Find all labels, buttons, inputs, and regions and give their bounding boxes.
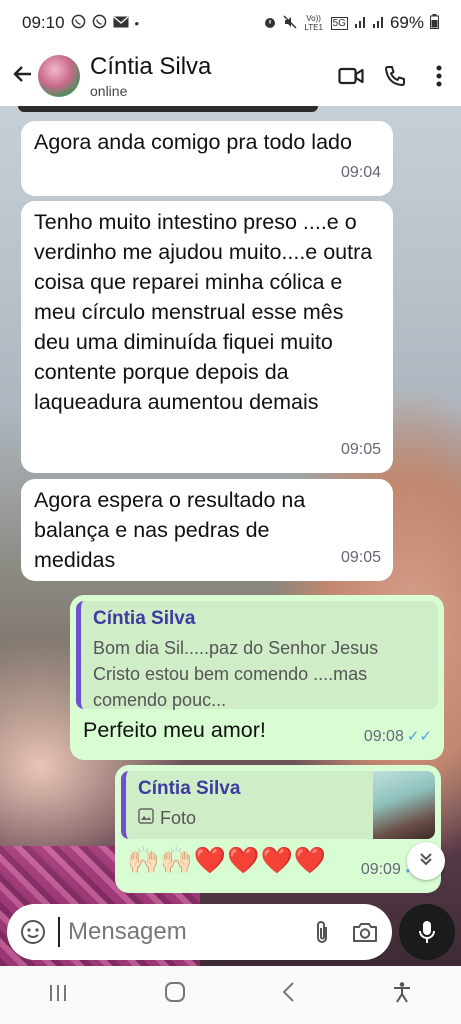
time-label: 09:09 — [360, 861, 401, 878]
message-time: 09:04 — [340, 164, 381, 181]
back-nav-icon[interactable] — [281, 981, 295, 1009]
clock: 09:10 — [22, 13, 65, 32]
contact-name: Cíntia Silva — [90, 52, 212, 80]
mute-icon — [283, 15, 297, 32]
quoted-text: Bom dia Sil.....paz do Senhor Jesus Cris… — [93, 638, 379, 710]
message-time: 09:05 — [340, 441, 381, 458]
recent-apps-icon[interactable] — [48, 982, 68, 1008]
emoji-sticker-icon[interactable] — [20, 919, 46, 945]
5g-icon: 5G — [330, 16, 348, 30]
outgoing-message[interactable]: Cíntia Silva Bom dia Sil.....paz do Senh… — [70, 595, 444, 760]
battery-percent: 69% — [389, 13, 424, 32]
message-text: Agora espera o resultado na balança e na… — [34, 488, 306, 572]
signal-icon — [372, 16, 384, 31]
incoming-message[interactable]: Agora espera o resultado na balança e na… — [21, 479, 393, 581]
chat-area[interactable]: Agora anda comigo pra todo lado 09:04 Te… — [0, 106, 461, 966]
status-left: 09:10 • — [22, 13, 139, 33]
quoted-author: Cíntia Silva — [138, 778, 241, 799]
video-call-icon[interactable] — [329, 67, 373, 85]
whatsapp-icon — [71, 14, 86, 32]
message-time: 09:08 ✓✓ — [364, 722, 432, 752]
whatsapp-icon — [92, 14, 107, 32]
attach-icon[interactable] — [314, 919, 330, 945]
status-bar: 09:10 • Vo)) LTE1 5G 69% — [0, 0, 461, 46]
quoted-message[interactable]: Cíntia Silva Foto — [121, 771, 435, 839]
compose-bar: Mensagem — [0, 900, 461, 966]
voice-message-button[interactable] — [399, 904, 455, 960]
scroll-down-button[interactable] — [407, 842, 445, 880]
signal-icon — [354, 16, 366, 31]
alarm-icon — [263, 15, 277, 32]
quoted-photo-label: Foto — [160, 808, 197, 828]
system-nav-bar — [0, 966, 461, 1024]
message-input[interactable]: Mensagem — [68, 918, 314, 946]
double-chevron-down-icon — [418, 851, 434, 872]
volte-icon: Vo)) LTE1 — [304, 14, 323, 32]
message-input-container[interactable]: Mensagem — [7, 904, 392, 960]
home-icon[interactable] — [164, 981, 186, 1009]
message-text: Agora anda comigo pra todo lado — [34, 130, 352, 154]
quoted-text: Foto — [138, 805, 365, 831]
outgoing-message[interactable]: Cíntia Silva Foto 🙌🏻🙌🏻❤️❤️❤️❤️ 09:09✓✓ — [115, 765, 441, 893]
text-cursor — [58, 917, 60, 947]
accessibility-icon[interactable] — [391, 981, 413, 1009]
photo-icon — [138, 805, 154, 831]
message-time: 09:05 — [340, 549, 381, 566]
contact-status: online — [90, 82, 128, 99]
microphone-icon — [418, 919, 436, 945]
read-ticks-icon: ✓✓ — [406, 728, 432, 745]
battery-icon — [430, 14, 439, 32]
voice-call-icon[interactable] — [373, 65, 417, 87]
incoming-message[interactable]: Agora anda comigo pra todo lado 09:04 — [21, 121, 393, 196]
quoted-message[interactable]: Cíntia Silva Bom dia Sil.....paz do Senh… — [76, 601, 438, 710]
time-label: 09:08 — [363, 728, 404, 745]
mail-icon — [113, 16, 129, 31]
incoming-message[interactable]: Tenho muito intestino preso ....e o verd… — [21, 201, 393, 473]
quoted-photo-thumbnail — [373, 771, 435, 839]
avatar[interactable] — [38, 55, 80, 97]
previous-media-edge — [18, 106, 318, 112]
more-options-icon[interactable] — [417, 65, 461, 87]
camera-icon[interactable] — [352, 921, 378, 943]
back-arrow-icon[interactable] — [2, 61, 42, 92]
dot-icon: • — [134, 15, 140, 31]
message-text: Tenho muito intestino preso ....e o verd… — [34, 210, 373, 414]
status-right: Vo)) LTE1 5G 69% — [263, 13, 439, 33]
quoted-author: Cíntia Silva — [93, 608, 196, 629]
chat-header: Cíntia Silva online — [0, 46, 461, 106]
contact-info[interactable]: Cíntia Silva online — [90, 52, 329, 99]
